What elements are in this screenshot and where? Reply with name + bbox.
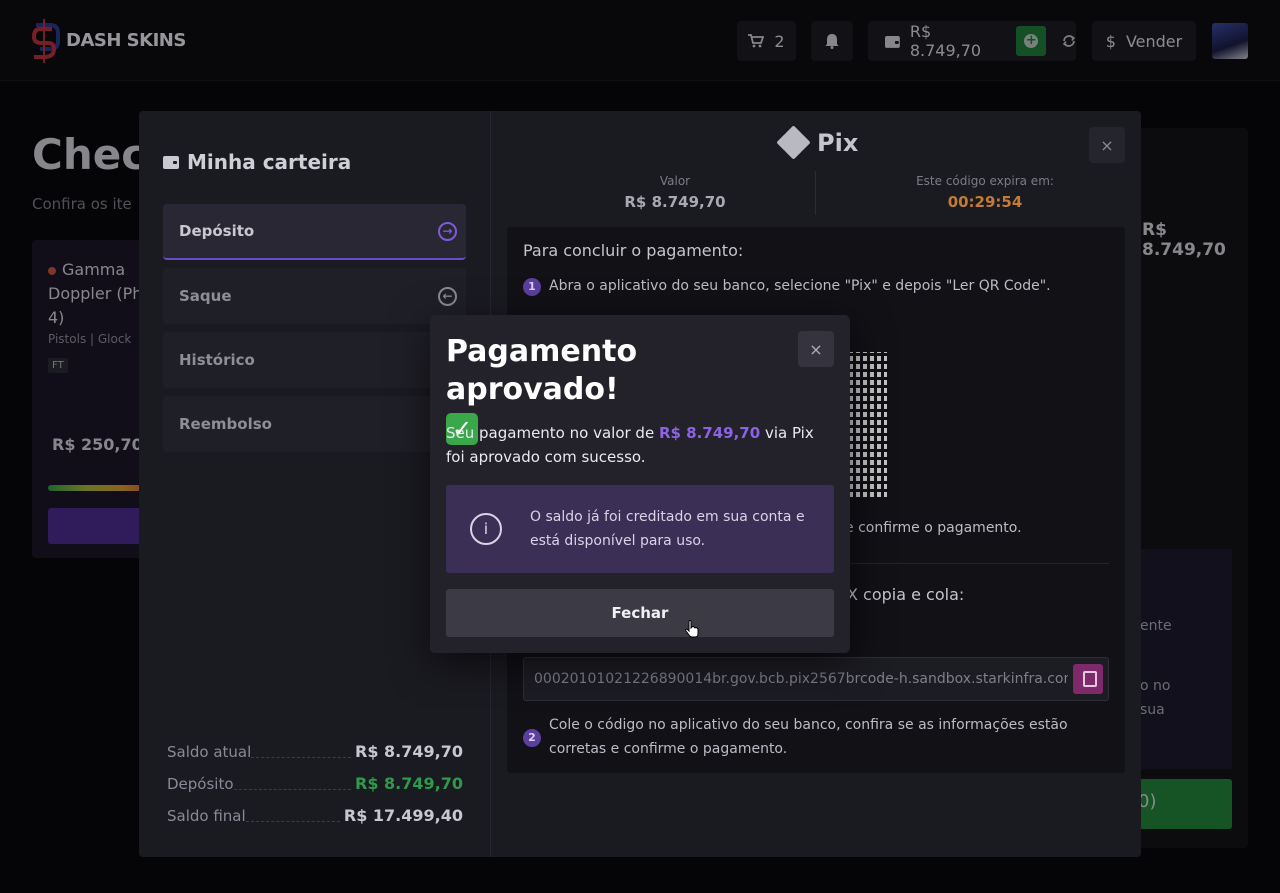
close-dialog-button[interactable]: × <box>798 331 834 367</box>
pix-qr-code <box>849 352 887 497</box>
arrow-left-icon: ← <box>438 286 457 306</box>
step-number-2: 2 <box>523 729 541 747</box>
approved-amount: R$ 8.749,70 <box>658 424 761 442</box>
info-icon: i <box>470 513 502 545</box>
copy-paste-title: X copia e cola: <box>847 585 965 604</box>
wallet-title: Minha carteira <box>163 150 351 174</box>
credited-notice: i O saldo já foi creditado em sua conta … <box>446 485 834 573</box>
menu-withdraw[interactable]: Saque ← <box>163 268 466 324</box>
wallet-icon <box>163 155 179 169</box>
arrow-right-icon: → <box>438 221 457 241</box>
close-wallet-button[interactable]: × <box>1089 127 1125 163</box>
summary-final-balance: Saldo final R$ 17.499,40 <box>167 806 463 825</box>
close-icon: × <box>1100 135 1114 155</box>
step-2-text: Cole o código no aplicativo do seu banco… <box>549 717 1068 757</box>
close-button[interactable]: Fechar <box>446 589 834 637</box>
menu-history[interactable]: Histórico <box>163 332 466 388</box>
pix-value-info: Valor R$ 8.749,70 <box>624 174 726 211</box>
pix-icon <box>776 125 811 160</box>
divider <box>815 171 816 215</box>
step-1-text: Abra o aplicativo do seu banco, selecion… <box>549 278 1051 294</box>
dialog-message: Seu pagamento no valor de R$ 8.749,70 vi… <box>446 424 814 466</box>
summary-current-balance: Saldo atual R$ 8.749,70 <box>167 742 463 761</box>
hand-cursor-icon <box>685 620 699 638</box>
menu-deposit[interactable]: Depósito → <box>163 204 466 260</box>
notice-text: O saldo já foi creditado em sua conta e … <box>530 509 805 549</box>
copy-code-button[interactable] <box>1073 664 1103 694</box>
instructions-title: Para concluir o pagamento: <box>523 241 744 260</box>
step-number-1: 1 <box>523 278 541 296</box>
menu-refund[interactable]: Reembolso <box>163 396 466 452</box>
close-icon: × <box>809 339 823 359</box>
step-1-tail: e confirme o pagamento. <box>845 520 1022 536</box>
payment-approved-dialog: Pagamento aprovado! ✓ × Seu pagamento no… <box>430 315 850 653</box>
pix-expiry-info: Este código expira em: 00:29:54 <box>916 174 1054 211</box>
summary-deposit: Depósito R$ 8.749,70 <box>167 774 463 793</box>
pix-logo: Pix <box>776 125 858 160</box>
pix-code-field[interactable] <box>523 657 1109 701</box>
